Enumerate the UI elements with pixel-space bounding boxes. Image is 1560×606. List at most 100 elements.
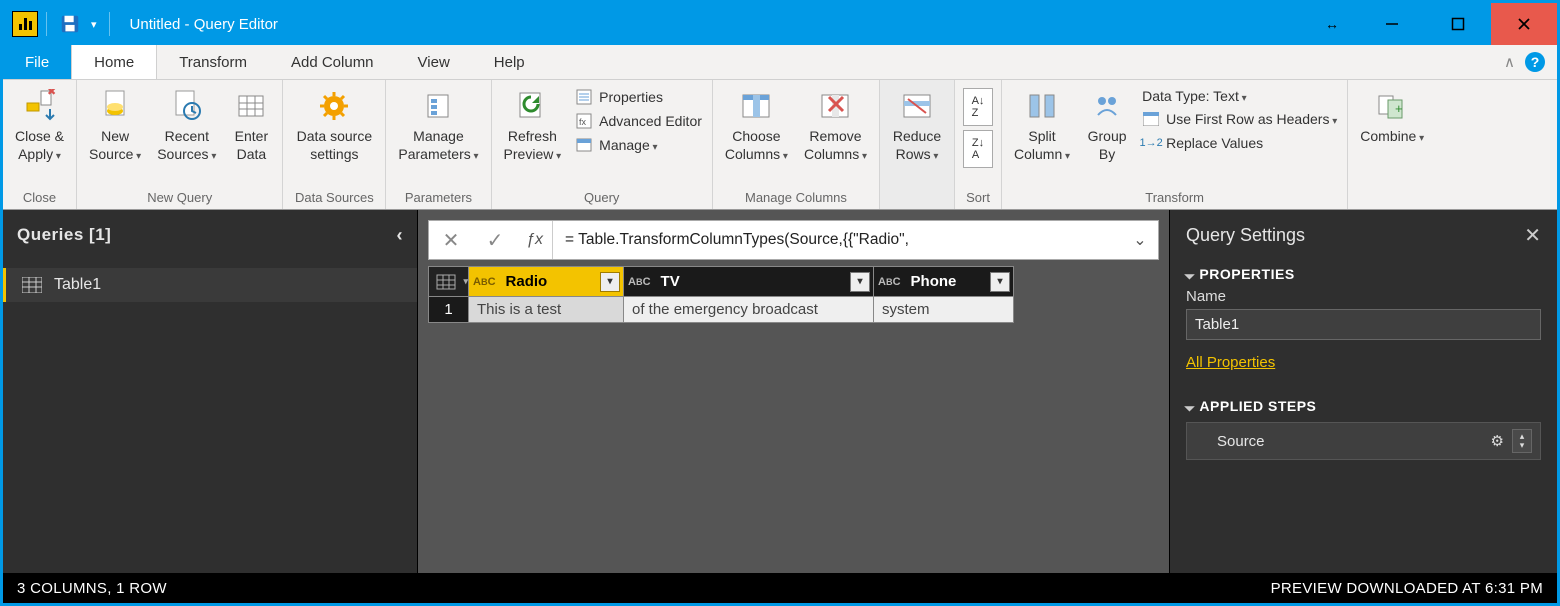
ribbon-group-label: Parameters [392, 188, 484, 207]
manage-parameters-button[interactable]: Manage Parameters [392, 84, 484, 188]
tab-transform[interactable]: Transform [157, 45, 269, 79]
fx-icon[interactable]: ƒx [517, 221, 553, 259]
ribbon-group-label: Sort [961, 188, 995, 207]
formula-expand-icon[interactable]: ⌄ [1122, 230, 1158, 250]
close-settings-icon[interactable]: ✕ [1524, 223, 1541, 248]
query-item-table1[interactable]: Table1 [3, 268, 417, 302]
split-column-button[interactable]: Split Column [1008, 84, 1076, 188]
applied-step-source[interactable]: Source ⚙ ▴▾ [1186, 422, 1541, 460]
ribbon-group-new-query: New Source Recent Sources Enter Data New… [77, 80, 283, 209]
minimize-button[interactable] [1359, 3, 1425, 45]
formula-accept-icon[interactable]: ✓ [473, 228, 517, 253]
ribbon-group-label [886, 188, 948, 207]
ribbon-group-label: Close [9, 188, 70, 207]
ribbon-group-query: Refresh Preview Properties fx Advanced E… [492, 80, 713, 209]
cell[interactable]: This is a test [469, 297, 624, 323]
step-label: Source [1217, 433, 1265, 450]
refresh-preview-button[interactable]: Refresh Preview [498, 84, 568, 188]
tab-help[interactable]: Help [472, 45, 547, 79]
row-header-corner[interactable]: ▾ [429, 267, 469, 297]
group-by-button[interactable]: Group By [1080, 84, 1134, 188]
table-row[interactable]: 1 This is a test of the emergency broadc… [429, 297, 1014, 323]
advanced-editor-button[interactable]: fx Advanced Editor [571, 110, 706, 132]
data-type-button[interactable]: Data Type: Text [1138, 86, 1341, 106]
tab-file[interactable]: File [3, 45, 71, 79]
properties-section-title[interactable]: PROPERTIES [1186, 266, 1541, 282]
ribbon-group-reduce-rows: Reduce Rows [880, 80, 955, 209]
tab-view[interactable]: View [396, 45, 472, 79]
replace-values-button[interactable]: 1→2 Replace Values [1138, 132, 1341, 154]
choose-columns-button[interactable]: Choose Columns [719, 84, 794, 188]
reduce-rows-button[interactable]: Reduce Rows [886, 84, 948, 188]
advanced-editor-label: Advanced Editor [599, 113, 702, 129]
column-header-tv[interactable]: ABCTV▾ [624, 267, 874, 297]
manage-icon [575, 136, 593, 154]
replace-label: Replace Values [1166, 135, 1263, 151]
sort-asc-button[interactable]: A↓Z [963, 88, 993, 126]
formula-cancel-icon[interactable]: ✕ [429, 228, 473, 253]
column-header-phone[interactable]: ABCPhone▾ [874, 267, 1014, 297]
column-filter-icon[interactable]: ▾ [990, 272, 1010, 292]
qat-dropdown[interactable]: ▾ [87, 18, 101, 31]
type-icon: ABC [469, 276, 500, 288]
combine-button[interactable]: + Combine [1354, 84, 1430, 188]
column-filter-icon[interactable]: ▾ [850, 272, 870, 292]
status-bar: 3 COLUMNS, 1 ROW PREVIEW DOWNLOADED AT 6… [3, 573, 1557, 603]
headers-icon [1142, 110, 1160, 128]
maximize-button[interactable] [1425, 3, 1491, 45]
column-header-radio[interactable]: ABCRadio▾ [469, 267, 624, 297]
replace-icon: 1→2 [1142, 134, 1160, 152]
app-icon[interactable] [12, 11, 38, 37]
ribbon-group-label: Query [498, 188, 706, 207]
quick-access-toolbar: ▾ [3, 11, 120, 37]
recent-sources-button[interactable]: Recent Sources [151, 84, 222, 188]
enter-data-button[interactable]: Enter Data [226, 84, 276, 188]
menu-bar: File Home Transform Add Column View Help… [3, 45, 1557, 80]
column-name: TV [655, 273, 850, 290]
column-name: Phone [905, 273, 990, 290]
step-nav-icon[interactable]: ▴▾ [1512, 429, 1532, 453]
ribbon-group-label: New Query [83, 188, 276, 207]
close-button[interactable] [1491, 3, 1557, 45]
svg-text:fx: fx [579, 117, 587, 127]
properties-button[interactable]: Properties [571, 86, 706, 108]
ribbon-group-label: Data Sources [289, 188, 379, 207]
query-settings-title: Query Settings [1186, 225, 1305, 246]
query-name-input[interactable] [1186, 309, 1541, 340]
window-title: Untitled - Query Editor [130, 16, 278, 33]
table-icon [22, 277, 42, 293]
sort-desc-button[interactable]: Z↓A [963, 130, 993, 168]
column-name: Radio [500, 273, 600, 290]
column-filter-icon[interactable]: ▾ [600, 272, 620, 292]
applied-steps-title[interactable]: APPLIED STEPS [1186, 398, 1541, 414]
first-row-headers-button[interactable]: Use First Row as Headers [1138, 108, 1341, 130]
formula-text[interactable]: = Table.TransformColumnTypes(Source,{{"R… [553, 231, 1122, 249]
tab-home[interactable]: Home [71, 45, 157, 79]
collapse-queries-icon[interactable]: ‹ [397, 225, 404, 246]
ribbon-collapse-icon[interactable]: ∧ [1504, 53, 1515, 71]
qat-separator [46, 12, 47, 36]
ribbon-group-sort: A↓Z Z↓A Sort [955, 80, 1002, 209]
advanced-editor-icon: fx [575, 112, 593, 130]
queries-title: Queries [1] [17, 225, 111, 245]
new-source-button[interactable]: New Source [83, 84, 147, 188]
cell[interactable]: system [874, 297, 1014, 323]
gear-icon[interactable]: ⚙ [1491, 432, 1504, 450]
remove-columns-button[interactable]: Remove Columns [798, 84, 873, 188]
status-left: 3 COLUMNS, 1 ROW [17, 580, 167, 597]
data-source-settings-button[interactable]: Data source settings [289, 84, 379, 188]
manage-label: Manage [599, 137, 657, 153]
all-properties-link[interactable]: All Properties [1186, 354, 1275, 371]
ribbon-group-label: Transform [1008, 188, 1341, 207]
name-label: Name [1186, 288, 1541, 305]
queries-header: Queries [1] ‹ [3, 210, 417, 260]
ribbon-group-manage-columns: Choose Columns Remove Columns Manage Col… [713, 80, 880, 209]
help-icon[interactable]: ? [1525, 52, 1545, 72]
first-row-label: Use First Row as Headers [1166, 111, 1337, 127]
tab-add-column[interactable]: Add Column [269, 45, 396, 79]
close-apply-button[interactable]: ✖ Close & Apply [9, 84, 70, 188]
manage-query-button[interactable]: Manage [571, 134, 706, 156]
query-settings-panel: Query Settings ✕ PROPERTIES Name All Pro… [1169, 210, 1557, 573]
save-button[interactable] [55, 13, 85, 35]
cell[interactable]: of the emergency broadcast [624, 297, 874, 323]
